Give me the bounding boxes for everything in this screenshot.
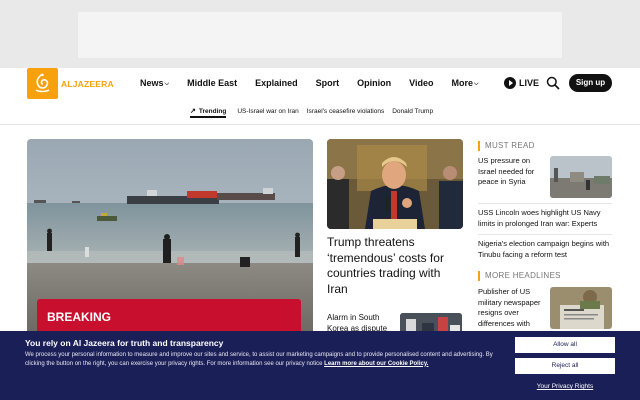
nav-item-middle-east[interactable]: Middle East [187, 78, 237, 88]
nav-item-opinion[interactable]: Opinion [357, 78, 391, 88]
cookie-banner-text: We process your personal information to … [25, 351, 503, 368]
must-read-heading: MUST READ [478, 141, 535, 151]
divider [478, 234, 612, 235]
trending-bar: ↗ Trending US-Israel war on Iran Israel'… [190, 106, 441, 124]
must-read-item[interactable]: USS Lincoln woes highlight US Navy limit… [478, 208, 612, 229]
trending-label[interactable]: ↗ Trending [190, 106, 227, 118]
trending-link[interactable]: US-Israel war on Iran [237, 106, 298, 118]
trump-story-title[interactable]: Trump threatens ‘tremendous’ costs for c… [327, 235, 462, 297]
aljazeera-emblem-icon [27, 68, 58, 99]
trending-link[interactable]: Israel's ceasefire violations [307, 106, 384, 118]
headline-item[interactable]: Publisher of US military newspaper resig… [478, 287, 548, 329]
cookie-banner-title: You rely on Al Jazeera for truth and tra… [25, 338, 224, 348]
must-read-item[interactable]: Nigeria's election campaign begins with … [478, 239, 612, 260]
allow-all-button[interactable]: Allow all [515, 337, 615, 353]
nav-item-news[interactable]: News⌵ [140, 78, 169, 88]
nav-item-more[interactable]: More⌵ [451, 78, 478, 88]
must-read-item[interactable]: US pressure on Israel needed for peace i… [478, 156, 544, 188]
nav-item-label: More [451, 78, 473, 88]
cookie-consent-banner: You rely on Al Jazeera for truth and tra… [0, 331, 640, 400]
trending-up-icon: ↗ [190, 108, 196, 115]
hero-story-image[interactable]: BREAKING [27, 139, 313, 339]
nav-item-sport[interactable]: Sport [316, 78, 340, 88]
main-navigation: ALJAZEERA News⌵ Middle East Explained Sp… [0, 68, 640, 100]
search-icon[interactable] [546, 76, 560, 90]
nav-links: News⌵ Middle East Explained Sport Opinio… [140, 78, 497, 88]
trump-story-image[interactable] [327, 139, 463, 229]
nav-item-label: News [140, 78, 164, 88]
reject-all-button[interactable]: Reject all [515, 358, 615, 374]
nav-item-video[interactable]: Video [409, 78, 433, 88]
brand-name: ALJAZEERA [61, 78, 114, 89]
chevron-down-icon: ⌵ [164, 81, 170, 87]
trending-link[interactable]: Donald Trump [392, 106, 433, 118]
privacy-rights-link[interactable]: Your Privacy Rights [515, 383, 615, 390]
syria-story-image[interactable] [550, 156, 612, 198]
newspaper-story-image[interactable] [550, 287, 612, 329]
more-headlines-heading: MORE HEADLINES [478, 271, 561, 281]
live-label: LIVE [519, 78, 540, 88]
chevron-down-icon: ⌵ [473, 81, 479, 87]
live-button[interactable]: LIVE [504, 77, 539, 89]
divider [478, 203, 612, 204]
cookie-policy-link[interactable]: Learn more about our Cookie Policy. [324, 361, 428, 367]
advertisement-slot [78, 12, 562, 58]
sign-up-button[interactable]: Sign up [569, 74, 612, 92]
trending-label-text: Trending [198, 107, 227, 115]
site-logo[interactable]: ALJAZEERA [27, 68, 114, 99]
advertisement-band [0, 0, 640, 68]
play-icon [504, 77, 516, 89]
header-divider [0, 124, 640, 125]
nav-item-explained[interactable]: Explained [255, 78, 298, 88]
